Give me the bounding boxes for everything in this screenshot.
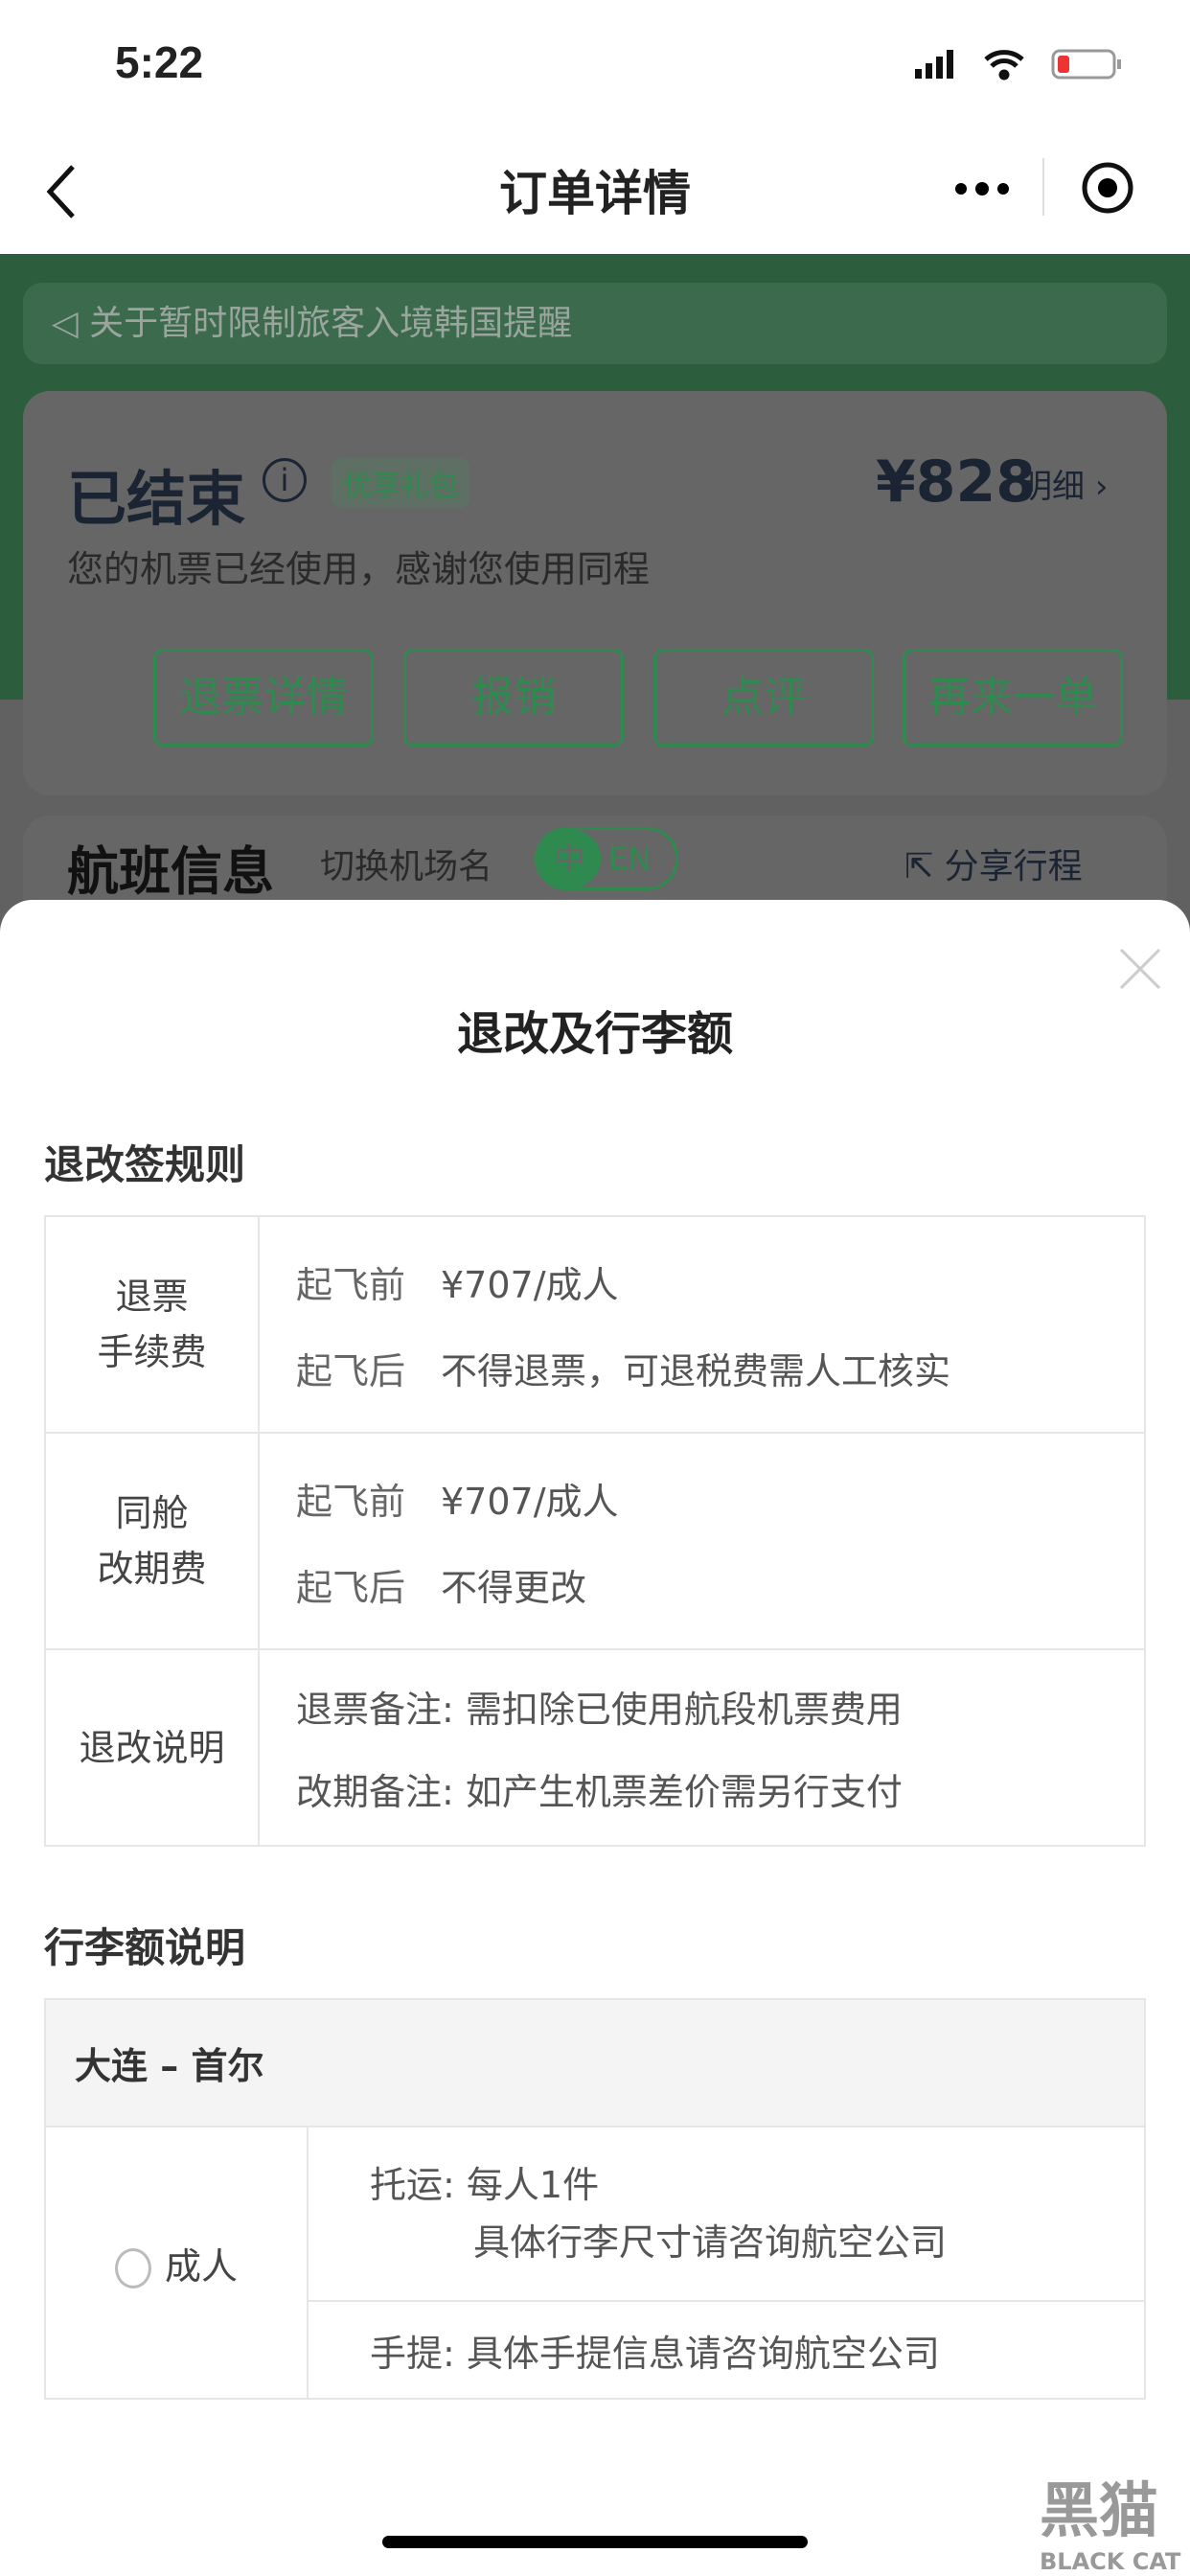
baggage-title: 行李额说明 — [44, 1924, 246, 1971]
status-message: 您的机票已经使用，感谢您使用同程 — [67, 548, 651, 590]
battery-icon — [1051, 49, 1121, 80]
rule-value: 不得更改 — [441, 1566, 587, 1609]
bottom-sheet: 退改及行李额 退改签规则 退票 手续费 起飞前 ¥707/成人 起飞后 不得退票，可退税… — [0, 900, 1190, 2576]
status-time: 5:22 — [115, 37, 204, 87]
reimburse-button[interactable]: 报销 — [403, 649, 624, 747]
passenger-cell: 成人 — [44, 2126, 309, 2400]
row-label: 同舱 — [115, 1492, 189, 1534]
speaker-icon: ◁ — [52, 304, 90, 343]
rules-table: 退票 手续费 起飞前 ¥707/成人 起飞后 不得退票，可退税费需人工核实 同舱 改期费 … — [44, 1215, 1146, 1847]
status-icons — [915, 49, 1121, 80]
rule-key: 起飞前 — [296, 1480, 406, 1523]
row-label: 手续费 — [97, 1331, 207, 1373]
watermark-cn: 黑猫 — [1040, 2475, 1159, 2545]
chevron-right-icon: › — [1094, 468, 1109, 506]
row-label: 退票 — [115, 1276, 189, 1318]
gift-badge[interactable]: 优享礼包 — [332, 458, 469, 508]
notice-text: 关于暂时限制旅客入境韩国提醒 — [89, 304, 573, 343]
share-trip-button[interactable]: ⇱ 分享行程 — [904, 839, 1083, 888]
carry-label: 手提: — [370, 2332, 455, 2375]
change-note: 改期备注: 如产生机票差价需另行支付 — [296, 1771, 903, 1813]
adult-face-icon — [114, 2248, 151, 2288]
detail-label: 明细 — [1019, 468, 1085, 506]
rule-key: 起飞前 — [296, 1263, 406, 1306]
carry-value: 具体手提信息请咨询航空公司 — [466, 2332, 940, 2375]
rule-key: 起飞后 — [296, 1566, 406, 1609]
wifi-icon — [984, 50, 1024, 80]
passenger-type: 成人 — [164, 2244, 238, 2288]
checked-value: 每人1件 — [466, 2164, 600, 2206]
table-row: 成人 托运: 每人1件具体行李尺寸请咨询航空公司 — [44, 2126, 1146, 2400]
close-icon[interactable] — [1119, 948, 1161, 990]
row-label: 改期费 — [97, 1548, 207, 1590]
rule-key: 起飞后 — [296, 1349, 406, 1392]
refund-note: 退票备注: 需扣除已使用航段机票费用 — [296, 1689, 903, 1731]
route-label: 大连 – 首尔 — [44, 1998, 1146, 2128]
info-icon[interactable]: i — [263, 458, 307, 502]
rule-value: 不得退票，可退税费需人工核实 — [441, 1349, 951, 1392]
row-label: 退改说明 — [44, 1648, 260, 1847]
rules-title: 退改签规则 — [44, 1141, 246, 1188]
status-bar: 5:22 — [0, 0, 1190, 134]
watermark-en: BLACK CAT — [1040, 2548, 1181, 2575]
page-title: 订单详情 — [499, 166, 691, 221]
switch-airport-label: 切换机场名 — [320, 847, 493, 886]
price-detail-link[interactable]: 明细 › — [1019, 460, 1108, 507]
notice-bar[interactable]: ◁ 关于暂时限制旅客入境韩国提醒 — [23, 283, 1167, 364]
flight-info-title: 航班信息 — [67, 841, 274, 902]
share-label: 分享行程 — [944, 847, 1083, 886]
table-row: 退票手续费 起飞前 ¥707/成人 起飞后 不得退票，可退税费需人工核实 — [44, 1215, 1146, 1434]
checked-label: 托运: — [370, 2164, 455, 2206]
rule-value: ¥707/成人 — [441, 1480, 619, 1523]
order-price: ¥828 — [876, 448, 1036, 516]
order-status: 已结束 — [67, 464, 246, 534]
route-row: 大连 – 首尔 — [44, 1998, 1146, 2128]
language-toggle[interactable]: 中 EN — [535, 827, 678, 890]
baggage-table: 大连 – 首尔 成人 托运: 每人1件具体行李尺寸请咨询航空公司 手提: 具体手… — [44, 1998, 1146, 2400]
reorder-button[interactable]: 再来一单 — [903, 649, 1123, 747]
table-row: 退改说明 退票备注: 需扣除已使用航段机票费用 改期备注: 如产生机票差价需另行支… — [44, 1648, 1146, 1847]
lang-en: EN — [608, 840, 652, 877]
checked-note: 具体行李尺寸请咨询航空公司 — [473, 2221, 948, 2264]
lang-zh: 中 — [538, 830, 601, 887]
rule-value: ¥707/成人 — [441, 1263, 619, 1306]
signal-icon — [915, 50, 953, 79]
watermark-logo: 黑猫 BLACK CAT — [934, 2462, 1180, 2575]
share-icon: ⇱ — [904, 847, 945, 886]
review-button[interactable]: 点评 — [653, 649, 874, 747]
sheet-title: 退改及行李额 — [456, 1007, 733, 1061]
refund-detail-button[interactable]: 退票详情 — [153, 649, 374, 747]
home-indicator[interactable] — [382, 2536, 808, 2548]
table-row: 同舱改期费 起飞前 ¥707/成人 起飞后 不得更改 — [44, 1432, 1146, 1650]
